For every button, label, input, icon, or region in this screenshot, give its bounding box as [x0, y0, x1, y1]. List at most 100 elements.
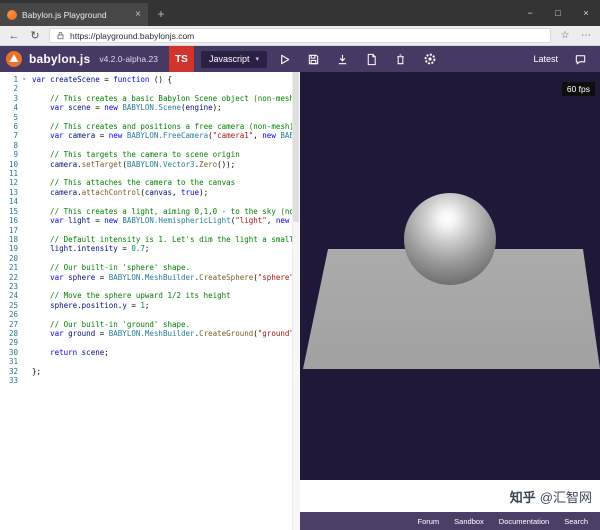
url-field[interactable]: https://playground.babylonjs.com [49, 28, 551, 43]
line-number: 33 [0, 376, 26, 385]
code-content[interactable]: var createScene = function () { // This … [26, 72, 300, 530]
code-line: var sphere = BABYLON.MeshBuilder.CreateS… [32, 273, 300, 282]
browser-tab[interactable]: Babylon.js Playground × [0, 3, 148, 26]
minimize-button[interactable]: − [516, 0, 544, 26]
browser-menu-icon[interactable]: ⋯ [579, 30, 593, 41]
typescript-toggle-button[interactable]: TS [169, 46, 194, 72]
babylon-favicon-icon [7, 10, 17, 20]
run-button[interactable] [274, 48, 296, 70]
code-line [32, 197, 300, 206]
fps-counter: 60 fps [562, 82, 595, 96]
back-icon[interactable]: ← [7, 27, 21, 45]
code-line: }; [32, 367, 300, 376]
code-line: // This targets the camera to scene orig… [32, 150, 300, 159]
line-number: 15 [0, 207, 26, 216]
line-number: 28 [0, 329, 26, 338]
editor-scrollbar-thumb[interactable] [293, 72, 299, 222]
browser-tab-bar: Babylon.js Playground × + − □ × [0, 0, 600, 26]
line-number: 11 [0, 169, 26, 178]
watermark-strip: 知乎 @汇智网 [300, 480, 600, 512]
code-line: // Move the sphere upward 1/2 its height [32, 291, 300, 300]
save-button[interactable] [303, 48, 325, 70]
code-line: light.intensity = 0.7; [32, 244, 300, 253]
code-line: var createScene = function () { [32, 75, 300, 84]
line-number: 32 [0, 367, 26, 376]
babylon-logo-icon [6, 51, 22, 67]
line-number: 19 [0, 244, 26, 253]
chevron-down-icon: ▾ [255, 55, 259, 63]
playground-toolbar: babylon.js v4.2.0-alpha.23 TS Javascript… [0, 46, 600, 72]
maximize-button[interactable]: □ [544, 0, 572, 26]
line-number: 25 [0, 301, 26, 310]
line-number: 27 [0, 320, 26, 329]
new-button[interactable] [361, 48, 383, 70]
line-number: 8 [0, 141, 26, 150]
new-tab-button[interactable]: + [148, 3, 174, 26]
footer-link-forum[interactable]: Forum [418, 517, 440, 526]
download-button[interactable] [332, 48, 354, 70]
favorites-star-icon[interactable]: ☆ [558, 30, 572, 41]
code-line: // Our built-in 'sphere' shape. [32, 263, 300, 272]
window-close-button[interactable]: × [572, 0, 600, 26]
code-line: var light = new BABYLON.HemisphericLight… [32, 216, 300, 225]
line-number: 18 [0, 235, 26, 244]
footer-link-sandbox[interactable]: Sandbox [454, 517, 484, 526]
line-number: 23 [0, 282, 26, 291]
whats-new-chat-button[interactable] [569, 48, 591, 70]
code-line [32, 226, 300, 235]
line-number: 17 [0, 226, 26, 235]
line-number: 1▾ [0, 75, 26, 84]
line-number: 24 [0, 291, 26, 300]
line-number: 21 [0, 263, 26, 272]
line-number: 10 [0, 160, 26, 169]
line-number: 6 [0, 122, 26, 131]
code-line: camera.attachControl(canvas, true); [32, 188, 300, 197]
code-line: // This creates a light, aiming 0,1,0 - … [32, 207, 300, 216]
settings-button[interactable] [419, 48, 441, 70]
line-number: 31 [0, 357, 26, 366]
code-editor[interactable]: 1▾23456789101112131415161718192021222324… [0, 72, 300, 530]
line-number: 2 [0, 84, 26, 93]
fold-chevron-icon[interactable]: ▾ [22, 75, 26, 84]
code-line: // Our built-in 'ground' shape. [32, 320, 300, 329]
zhihu-logo: 知乎 [510, 487, 536, 506]
version-label: v4.2.0-alpha.23 [99, 54, 158, 64]
address-bar: ← ↻ https://playground.babylonjs.com ☆ ⋯ [0, 26, 600, 46]
clear-code-button[interactable] [390, 48, 412, 70]
line-number: 16 [0, 216, 26, 225]
main-content: 1▾23456789101112131415161718192021222324… [0, 72, 600, 530]
code-line: // This creates and positions a free cam… [32, 122, 300, 131]
render-pane: 60 fps 知乎 @汇智网 Forum Sandbox Documentati… [300, 72, 600, 530]
line-number: 22 [0, 273, 26, 282]
line-number: 13 [0, 188, 26, 197]
line-number: 26 [0, 310, 26, 319]
line-number-gutter: 1▾23456789101112131415161718192021222324… [0, 72, 26, 530]
render-canvas[interactable]: 60 fps [300, 72, 600, 480]
code-line [32, 338, 300, 347]
brand-title: babylon.js [29, 52, 90, 66]
footer-link-documentation[interactable]: Documentation [499, 517, 549, 526]
code-line [32, 84, 300, 93]
code-line: var scene = new BABYLON.Scene(engine); [32, 103, 300, 112]
sphere-mesh [404, 193, 496, 285]
code-line: camera.setTarget(BABYLON.Vector3.Zero())… [32, 160, 300, 169]
editor-scrollbar[interactable] [292, 72, 300, 530]
code-line: // This creates a basic Babylon Scene ob… [32, 94, 300, 103]
code-line: sphere.position.y = 1; [32, 301, 300, 310]
url-text: https://playground.babylonjs.com [70, 31, 194, 41]
tab-title: Babylon.js Playground [22, 10, 130, 20]
line-number: 12 [0, 178, 26, 187]
language-dropdown[interactable]: Javascript ▾ [201, 51, 267, 68]
refresh-icon[interactable]: ↻ [28, 27, 42, 45]
tab-close-icon[interactable]: × [135, 10, 141, 20]
code-line: // Default intensity is 1. Let's dim the… [32, 235, 300, 244]
line-number: 4 [0, 103, 26, 112]
code-line: var camera = new BABYLON.FreeCamera("cam… [32, 131, 300, 140]
code-line [32, 169, 300, 178]
code-line [32, 310, 300, 319]
footer-link-search[interactable]: Search [564, 517, 588, 526]
code-line: var ground = BABYLON.MeshBuilder.CreateG… [32, 329, 300, 338]
code-line [32, 113, 300, 122]
version-selector[interactable]: Latest [533, 54, 558, 64]
zhihu-watermark: 知乎 @汇智网 [510, 487, 592, 506]
